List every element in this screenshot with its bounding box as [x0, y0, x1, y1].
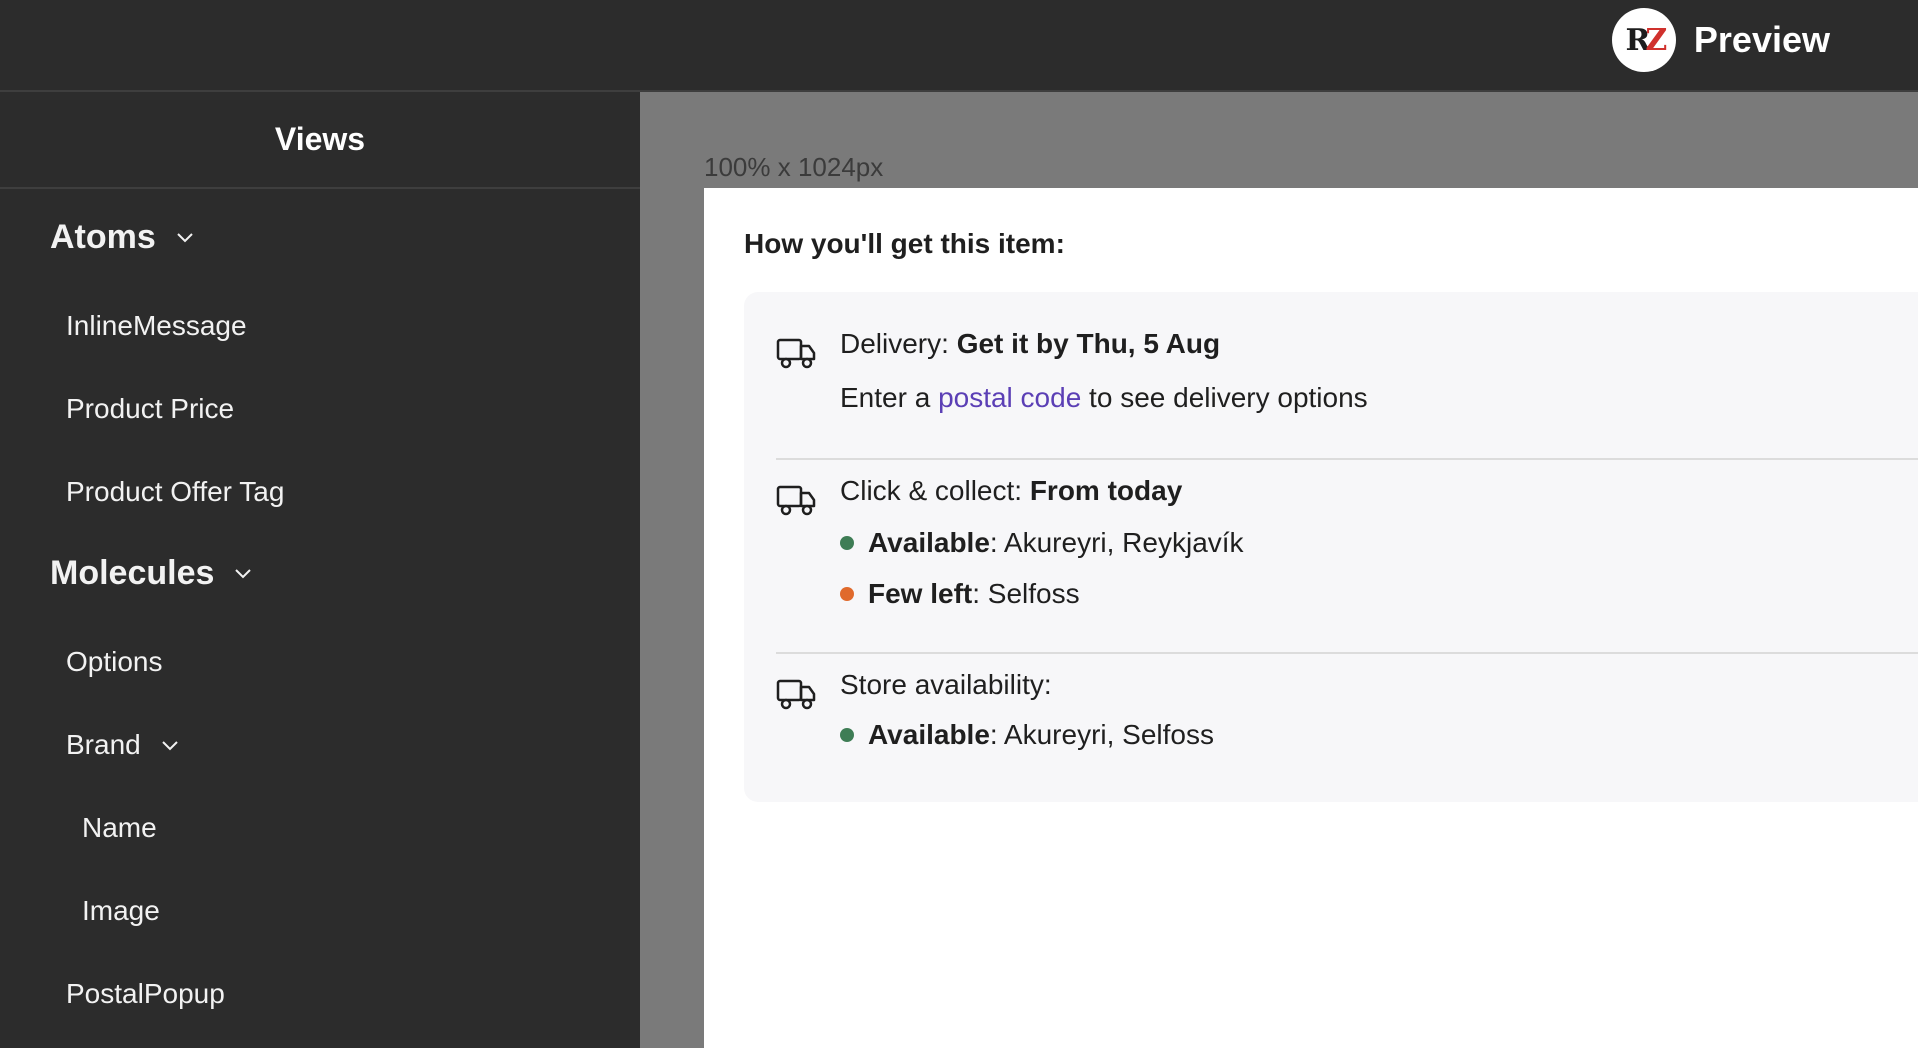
sidebar-item-label: PostalPopup	[66, 978, 225, 1009]
sidebar-item-name[interactable]: Name	[82, 808, 157, 848]
available-label: Available	[868, 719, 990, 750]
viewport-dimension-label: 100% x 1024px	[704, 152, 884, 182]
few-left-status-dot	[840, 587, 854, 601]
sidebar-item-label: Product Offer Tag	[66, 476, 285, 507]
sidebar-item-label: InlineMessage	[66, 310, 247, 341]
few-left-stores: : Selfoss	[972, 578, 1080, 609]
sidebar-item-product-offer-tag[interactable]: Product Offer Tag	[66, 472, 284, 512]
divider	[776, 652, 1918, 654]
sidebar-item-label: Name	[82, 812, 157, 843]
click-collect-label: Click & collect:	[840, 475, 1030, 506]
sidebar-item-product-price[interactable]: Product Price	[66, 389, 234, 429]
delivery-sub-prefix: Enter a	[840, 382, 939, 413]
sidebar-item-label: Brand	[66, 729, 141, 760]
brand-title: Preview	[1693, 19, 1830, 60]
truck-icon	[776, 679, 816, 710]
sidebar-item-label: Product Price	[66, 393, 235, 424]
available-stores: : Akureyri, Reykjavík	[989, 527, 1244, 558]
delivery-options-card: Delivery: Get it by Thu, 5 Aug Enter a p…	[744, 292, 1918, 802]
brand: RZ Preview	[1611, 8, 1830, 72]
store-availability-row: Store availability: Available: Akureyri,…	[776, 669, 1918, 769]
availability-line: Available: Akureyri, Reykjavík	[840, 527, 1244, 559]
available-status-dot	[840, 536, 854, 550]
delivery-line: Delivery: Get it by Thu, 5 Aug	[840, 328, 1220, 360]
divider	[776, 458, 1918, 460]
store-availability-label: Store availability:	[840, 669, 1052, 700]
postal-code-link[interactable]: postal code	[938, 382, 1081, 413]
sidebar-title-text: Views	[274, 121, 366, 157]
sidebar-group-molecules[interactable]: Molecules	[50, 548, 254, 598]
sidebar-item-label: Options	[66, 646, 163, 677]
delivery-date: Get it by Thu, 5 Aug	[956, 328, 1221, 359]
preview-frame: How you'll get this item: Delivery: Get …	[704, 188, 1918, 1048]
logo-r: R	[1625, 22, 1650, 58]
sidebar-item-inline-message[interactable]: InlineMessage	[66, 306, 247, 346]
available-status-dot	[840, 728, 854, 742]
page-title: How you'll get this item:	[744, 228, 1065, 259]
available-stores: : Akureyri, Selfoss	[989, 719, 1215, 750]
sidebar: Views Atoms InlineMessage Product Price …	[0, 92, 640, 1048]
logo-z: Z	[1645, 22, 1667, 58]
sidebar-title: Views	[0, 92, 640, 189]
few-left-line: Few left: Selfoss	[840, 578, 1080, 610]
sidebar-item-brand[interactable]: Brand	[66, 725, 181, 765]
sidebar-item-label: Atoms	[50, 217, 156, 256]
logo[interactable]: RZ	[1611, 8, 1676, 72]
chevron-down-icon	[177, 233, 193, 243]
truck-icon	[776, 485, 816, 516]
truck-icon	[776, 338, 816, 369]
few-left-label: Few left	[868, 578, 973, 609]
store-available-line: Available: Akureyri, Selfoss	[840, 719, 1214, 751]
click-collect-value: From today	[1029, 475, 1183, 506]
delivery-label: Delivery:	[840, 328, 957, 359]
chevron-down-icon	[235, 569, 252, 579]
sidebar-group-atoms[interactable]: Atoms	[50, 212, 196, 262]
available-label: Available	[868, 527, 990, 558]
canvas-area: 100% x 1024px How you'll get this item: …	[640, 92, 1918, 1048]
delivery-sub-suffix: to see delivery options	[1081, 382, 1368, 413]
click-collect-row: Click & collect: From today Available: A…	[776, 475, 1918, 625]
sidebar-item-label: Molecules	[50, 553, 215, 592]
chevron-down-icon	[162, 741, 178, 751]
sidebar-item-postal-popup[interactable]: PostalPopup	[66, 974, 225, 1014]
sidebar-item-options[interactable]: Options	[66, 642, 163, 682]
click-collect-line: Click & collect: From today	[840, 475, 1182, 507]
store-availability-line: Store availability:	[840, 669, 1052, 701]
delivery-subline: Enter a postal code to see delivery opti…	[840, 382, 1368, 414]
top-bar: RZ Preview	[0, 0, 1918, 92]
sidebar-item-image[interactable]: Image	[82, 891, 160, 931]
sidebar-item-label: Image	[82, 895, 160, 926]
delivery-row: Delivery: Get it by Thu, 5 Aug Enter a p…	[776, 328, 1918, 438]
